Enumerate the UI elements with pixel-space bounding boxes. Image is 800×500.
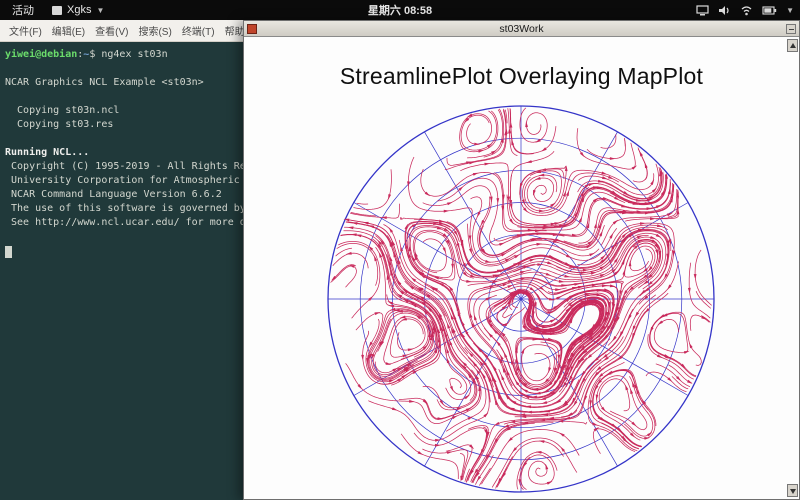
- network-icon: [741, 5, 752, 15]
- chevron-down-icon: ▼: [786, 5, 794, 15]
- terminal-body[interactable]: yiwei@debian:~$ ng4ex st03n NCAR Graphic…: [0, 42, 243, 264]
- terminal-menu-item-3[interactable]: 搜索(S): [133, 20, 176, 41]
- terminal-line: Copyright (C) 1995-2019 - All Rights Res…: [11, 161, 243, 172]
- plot-canvas: StreamlinePlot Overlaying MapPlot: [244, 37, 799, 499]
- desktop: 活动 Xgks ▼ 星期六 08:58 ▼ 文件(F) 编辑(E) 查看(V) …: [0, 0, 800, 500]
- terminal-line: NCAR Graphics NCL Example <st03n>: [5, 77, 204, 88]
- terminal-line: [5, 244, 238, 258]
- system-status-area[interactable]: ▼: [696, 0, 794, 20]
- terminal-line: Copying st03n.ncl: [5, 105, 120, 116]
- terminal-line: Copying st03.res: [5, 119, 114, 130]
- graphics-window-title: st03Work: [499, 23, 544, 35]
- terminal-line: yiwei@debian:~$ ng4ex st03n: [5, 49, 168, 60]
- graphics-window-titlebar[interactable]: st03Work: [244, 21, 799, 37]
- terminal-window: 文件(F)编辑(E)查看(V)搜索(S)终端(T)帮助(H) yiwei@deb…: [0, 20, 243, 500]
- display-icon: [696, 4, 709, 15]
- terminal-menu-item-5[interactable]: 帮助(H): [220, 20, 243, 41]
- terminal-line: See http://www.ncl.ucar.edu/ for more de…: [11, 217, 243, 228]
- terminal-line: University Corporation for Atmospheric R…: [11, 175, 240, 186]
- terminal-menu-item-2[interactable]: 查看(V): [90, 20, 133, 41]
- terminal-menu-item-0[interactable]: 文件(F): [4, 20, 47, 41]
- volume-icon: [719, 5, 729, 15]
- battery-icon: [762, 5, 777, 15]
- clock[interactable]: 星期六 08:58: [0, 2, 800, 18]
- terminal-line: NCAR Command Language Version 6.6.2: [5, 189, 222, 200]
- graphics-window: st03Work StreamlinePlot Overlaying MapPl…: [243, 20, 800, 500]
- scroll-up-button[interactable]: [787, 39, 798, 52]
- terminal-menu-item-4[interactable]: 终端(T): [177, 20, 220, 41]
- terminal-line: The use of this software is governed by …: [11, 203, 243, 214]
- window-menu-button[interactable]: [786, 24, 796, 34]
- scroll-down-button[interactable]: [787, 484, 798, 497]
- close-button[interactable]: [247, 24, 257, 34]
- plot-svg: [327, 105, 715, 493]
- terminal-menubar: 文件(F)编辑(E)查看(V)搜索(S)终端(T)帮助(H): [0, 20, 243, 42]
- terminal-menu-item-1[interactable]: 编辑(E): [47, 20, 90, 41]
- terminal-line: Running NCL...: [5, 147, 90, 158]
- top-bar: 活动 Xgks ▼ 星期六 08:58 ▼: [0, 0, 800, 20]
